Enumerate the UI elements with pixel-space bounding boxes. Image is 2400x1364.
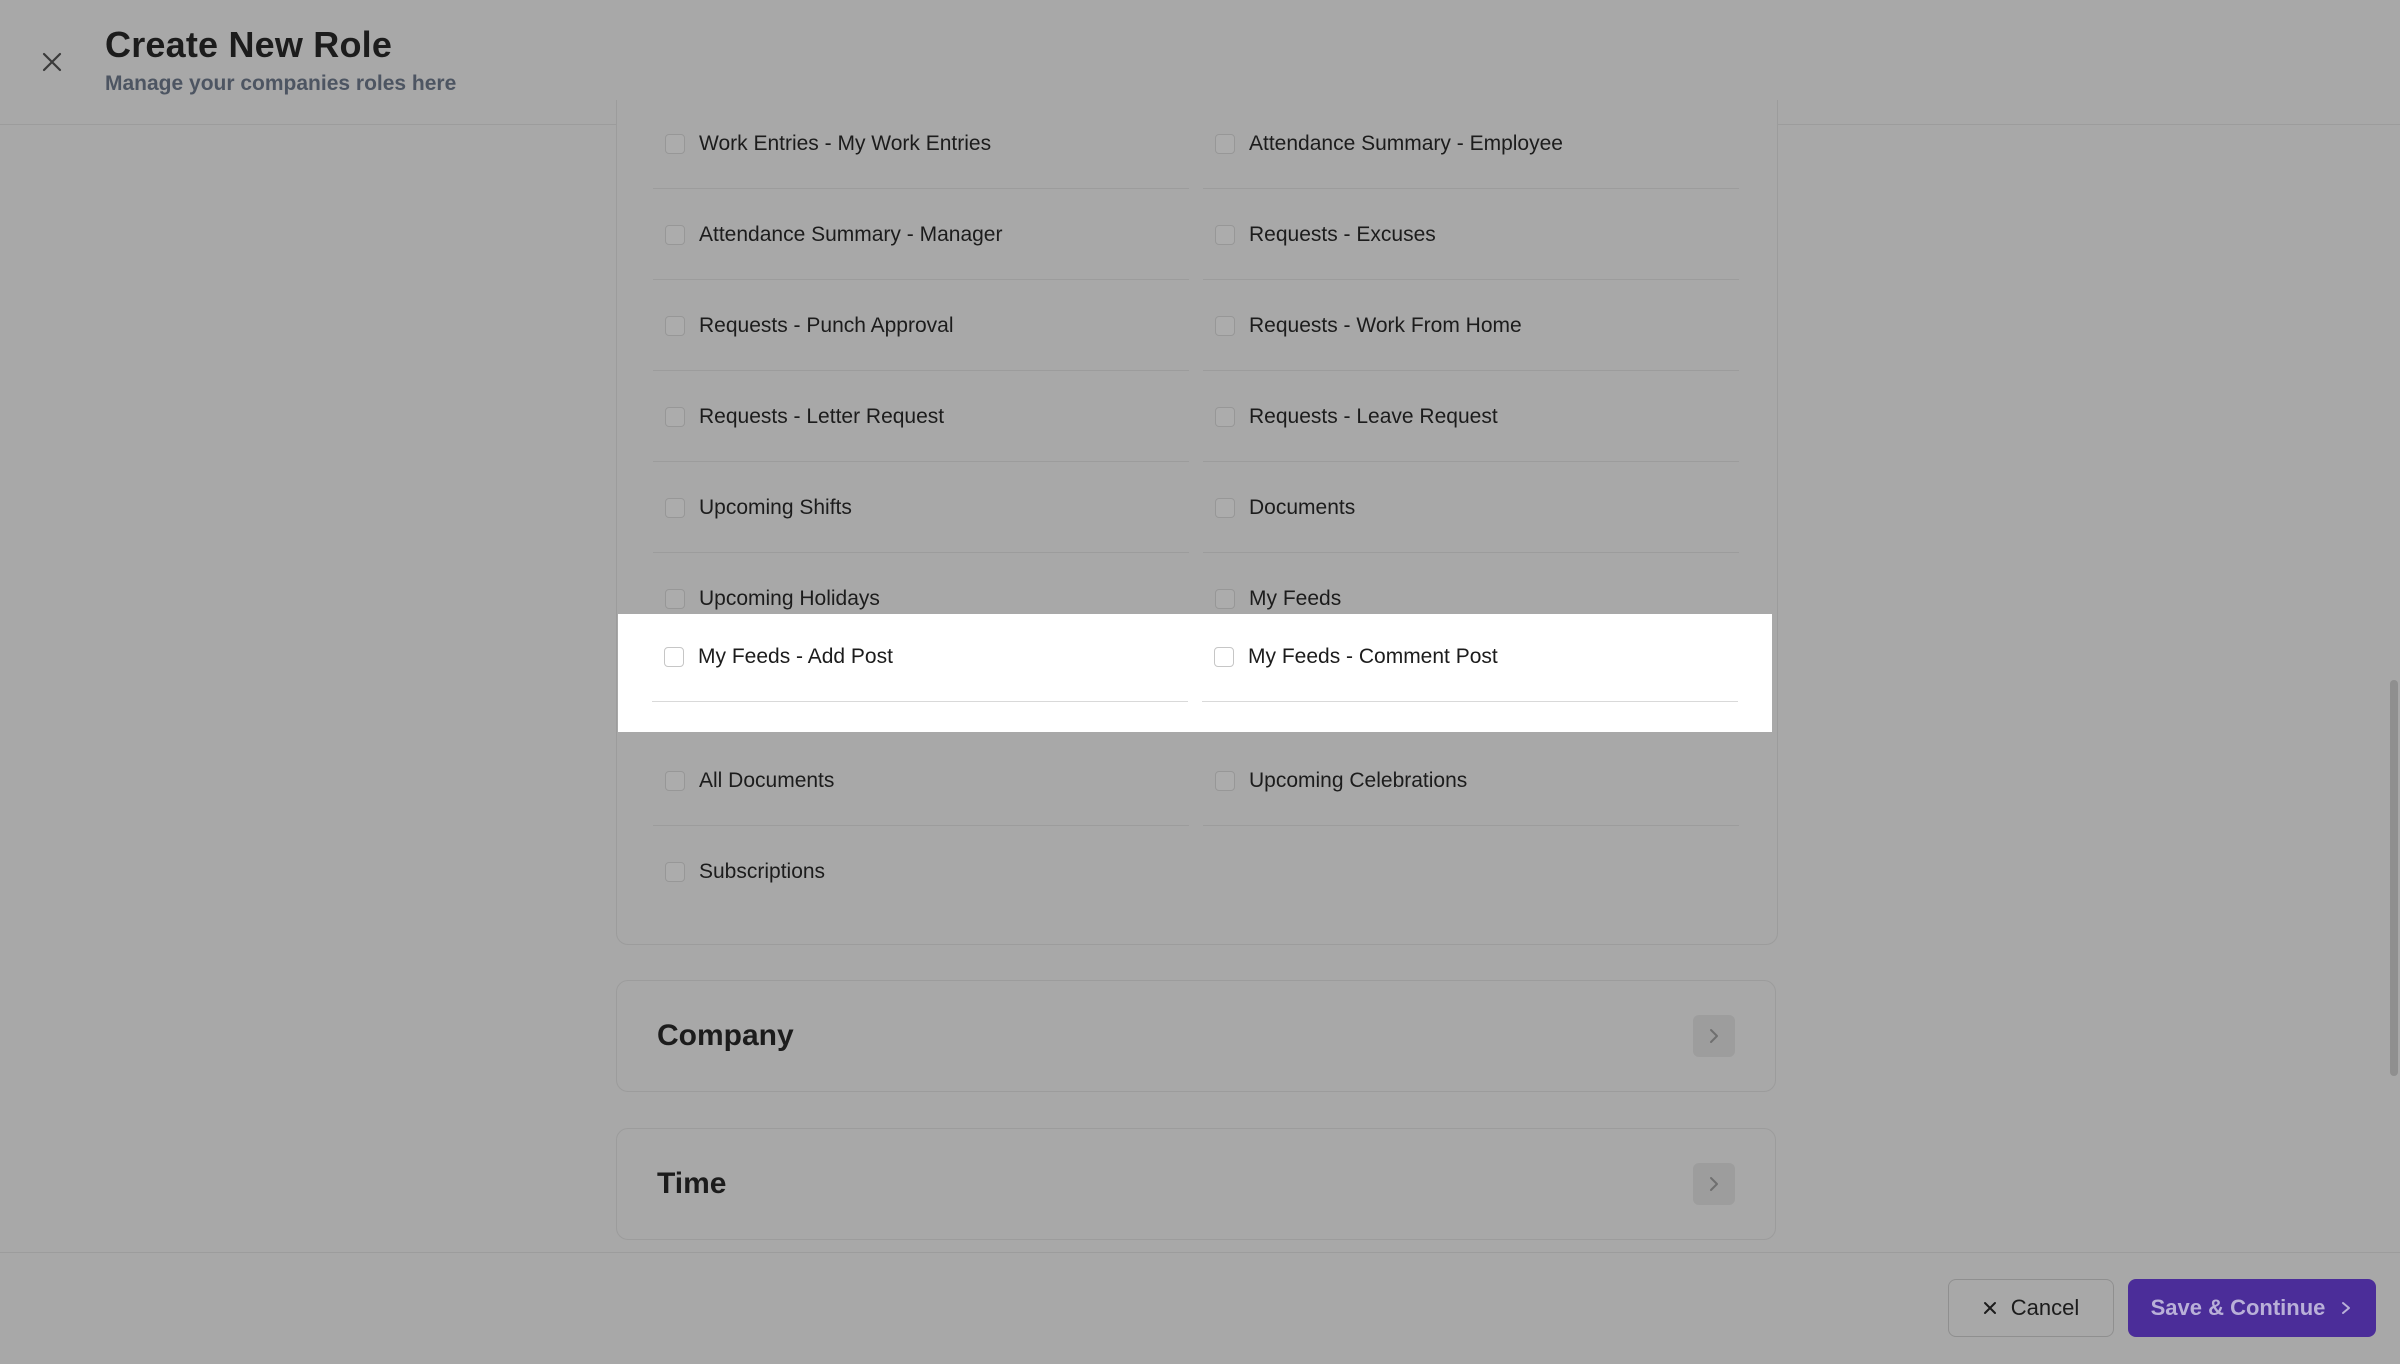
permission-item-add-post[interactable]: My Feeds - Add Post: [652, 613, 1188, 702]
section-title: Company: [657, 1019, 794, 1052]
modal-footer: Cancel Save & Continue: [0, 1252, 2400, 1364]
save-continue-button[interactable]: Save & Continue: [2128, 1279, 2376, 1337]
permission-checkbox[interactable]: [665, 225, 685, 245]
permission-item[interactable]: Work Entries - My Work Entries: [653, 100, 1189, 189]
permission-label: Requests - Punch Approval: [699, 314, 954, 337]
permission-checkbox[interactable]: [1215, 498, 1235, 518]
permission-label: My Feeds - Add Post: [698, 645, 893, 668]
permission-checkbox[interactable]: [1215, 134, 1235, 154]
permission-label: Upcoming Celebrations: [1249, 769, 1468, 792]
permission-item[interactable]: Documents: [1203, 464, 1739, 553]
expand-button[interactable]: [1693, 1015, 1735, 1057]
permission-checkbox[interactable]: [1215, 316, 1235, 336]
permission-item[interactable]: Requests - Leave Request: [1203, 373, 1739, 462]
cancel-button[interactable]: Cancel: [1948, 1279, 2114, 1337]
chevron-right-icon: [1710, 1029, 1718, 1043]
permission-item[interactable]: Attendance Summary - Employee: [1203, 100, 1739, 189]
permission-item[interactable]: Upcoming Shifts: [653, 464, 1189, 553]
save-label: Save & Continue: [2150, 1295, 2326, 1320]
permission-label: My Feeds: [1249, 587, 1342, 610]
permission-checkbox[interactable]: [1215, 407, 1235, 427]
permission-label: Documents: [1249, 496, 1356, 519]
permission-label: Subscriptions: [699, 860, 826, 883]
permission-checkbox[interactable]: [665, 407, 685, 427]
section-time[interactable]: Time: [616, 1128, 1776, 1240]
permission-label: Attendance Summary - Manager: [699, 223, 1003, 246]
permission-checkbox[interactable]: [665, 134, 685, 154]
permission-item[interactable]: Requests - Excuses: [1203, 191, 1739, 280]
permission-checkbox[interactable]: [665, 771, 685, 791]
section-title: Time: [657, 1167, 727, 1200]
expand-button[interactable]: [1693, 1163, 1735, 1205]
close-icon: [42, 52, 62, 72]
scrollbar-thumb[interactable]: [2390, 680, 2398, 1076]
permission-item-comment-post[interactable]: My Feeds - Comment Post: [1202, 613, 1738, 702]
permission-item[interactable]: All Documents: [653, 737, 1189, 826]
chevron-right-icon: [1710, 1177, 1718, 1191]
chevron-right-icon: [2342, 1302, 2351, 1314]
permission-checkbox[interactable]: [665, 589, 685, 609]
close-icon: [1983, 1302, 1996, 1314]
permission-label: Requests - Leave Request: [1249, 405, 1498, 428]
permission-label: Attendance Summary - Employee: [1249, 132, 1563, 155]
permission-label: Requests - Letter Request: [699, 405, 945, 428]
permission-checkbox[interactable]: [665, 862, 685, 882]
page-subtitle: Manage your companies roles here: [105, 72, 457, 95]
permission-label: My Feeds - Comment Post: [1248, 645, 1498, 668]
section-company[interactable]: Company: [616, 980, 1776, 1092]
permissions-panel: Work Entries - My Work Entries Attendanc…: [616, 100, 1778, 945]
permission-label: Requests - Excuses: [1249, 223, 1436, 246]
permission-checkbox[interactable]: [664, 647, 684, 667]
permission-checkbox[interactable]: [1214, 647, 1234, 667]
permission-checkbox[interactable]: [1215, 771, 1235, 791]
permission-label: Upcoming Holidays: [699, 587, 880, 610]
permission-label: Work Entries - My Work Entries: [699, 132, 992, 155]
permission-item[interactable]: Requests - Punch Approval: [653, 282, 1189, 371]
permission-item[interactable]: Requests - Work From Home: [1203, 282, 1739, 371]
permission-checkbox[interactable]: [665, 498, 685, 518]
permission-checkbox[interactable]: [1215, 589, 1235, 609]
page-title: Create New Role: [105, 24, 393, 65]
permission-label: All Documents: [699, 769, 835, 792]
permission-label: Upcoming Shifts: [699, 496, 852, 519]
permission-item[interactable]: Requests - Letter Request: [653, 373, 1189, 462]
permission-checkbox[interactable]: [1215, 225, 1235, 245]
cancel-label: Cancel: [2010, 1295, 2080, 1320]
permission-checkbox[interactable]: [665, 316, 685, 336]
permission-item[interactable]: Subscriptions: [653, 828, 1189, 916]
highlighted-permission-row: My Feeds - Add Post My Feeds - Comment P…: [618, 614, 1772, 732]
permission-item[interactable]: Attendance Summary - Manager: [653, 191, 1189, 280]
close-button[interactable]: [38, 48, 66, 76]
permission-item[interactable]: Upcoming Celebrations: [1203, 737, 1739, 826]
permission-label: Requests - Work From Home: [1249, 314, 1522, 337]
